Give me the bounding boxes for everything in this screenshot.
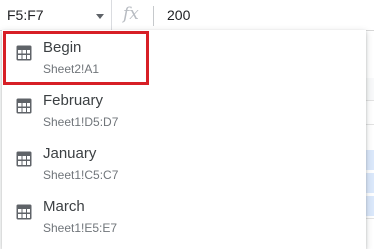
selected-cell-fragment <box>366 150 374 170</box>
selected-cell-fragment <box>366 196 374 216</box>
named-range-reference: Sheet1!C5:C7 <box>43 168 119 182</box>
named-range-reference: Sheet1!D5:D7 <box>43 115 119 129</box>
named-range-name: January <box>43 145 97 162</box>
named-ranges-dropdown: Begin Sheet2!A1 February Sheet1!D5:D7 Ja… <box>2 30 366 249</box>
named-range-item-february[interactable]: February Sheet1!D5:D7 <box>2 85 366 138</box>
highlight-box <box>3 31 149 85</box>
formula-input[interactable]: 200 <box>167 7 190 23</box>
named-range-reference: Sheet1!E5:E7 <box>43 221 118 235</box>
table-grid-icon <box>16 151 32 167</box>
function-icon: fx <box>123 4 139 24</box>
chevron-down-icon[interactable] <box>96 14 104 19</box>
named-range-item-january[interactable]: January Sheet1!C5:C7 <box>2 138 366 191</box>
name-box-value[interactable]: F5:F7 <box>7 7 44 23</box>
name-box[interactable]: F5:F7 <box>0 0 112 31</box>
selected-cell-fragment <box>366 173 374 193</box>
table-grid-icon <box>16 204 32 220</box>
named-range-item-march[interactable]: March Sheet1!E5:E7 <box>2 191 366 244</box>
named-range-name: February <box>43 92 104 109</box>
table-grid-icon <box>16 98 32 114</box>
formula-separator <box>153 6 154 26</box>
formula-bar: F5:F7 fx 200 <box>0 0 374 31</box>
named-range-name: March <box>43 198 85 215</box>
